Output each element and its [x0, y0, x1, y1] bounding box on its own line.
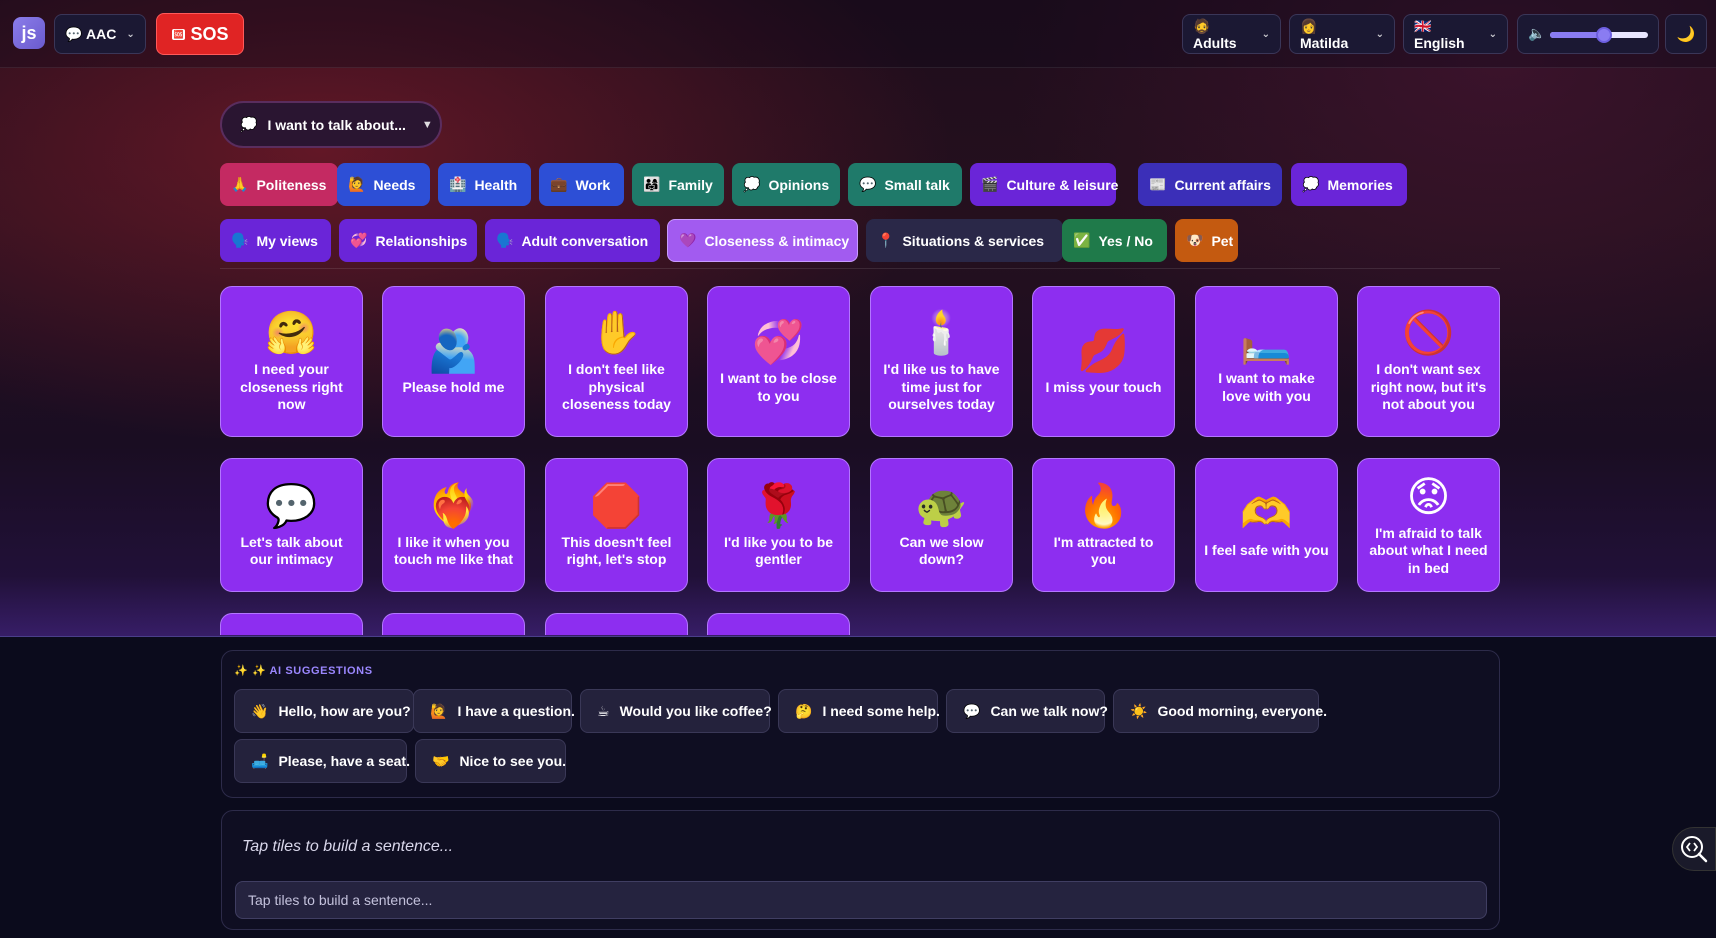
tile[interactable]: 💋 I miss your touch: [1032, 286, 1175, 437]
tile-label: Let's talk about our intimacy: [240, 533, 343, 568]
tile[interactable]: 🔥 I'm attracted to you: [1032, 458, 1175, 592]
suggestion-icon: 🛋️: [251, 752, 269, 769]
tile-label: I don't feel like physical closeness tod…: [562, 361, 671, 413]
suggestion-icon: 🙋: [430, 702, 448, 719]
suggestion-icon: ☕: [597, 702, 610, 719]
suggestion-label: I need some help.: [822, 703, 940, 719]
tile-label: I miss your touch: [1045, 378, 1162, 395]
suggestion-icon: 💬: [963, 702, 981, 719]
tile[interactable]: 🛑 This doesn't feel right, let's stop: [545, 458, 688, 592]
suggestion-label: Good morning, everyone.: [1157, 703, 1328, 719]
tile[interactable]: 💞 I want to be close to you: [707, 286, 850, 437]
tile-label: I'm afraid to talk about what I need in …: [1369, 524, 1488, 576]
tile-emoji-icon: 🫂: [427, 326, 480, 374]
tile[interactable]: 🚫 I don't want sex right now, but it's no…: [1357, 286, 1500, 437]
tile-emoji-icon: 🛏️: [1240, 318, 1293, 365]
tile-label: I'm attracted to you: [1053, 533, 1154, 568]
tile-emoji-icon: 🤗: [265, 309, 318, 357]
tile-emoji-icon: 🛑: [590, 481, 643, 529]
tile[interactable]: 🛏️ I want to make love with you: [1195, 286, 1338, 437]
tile-label: I want to be close to you: [720, 370, 837, 404]
tile-label: I want to make love with you: [1218, 370, 1315, 404]
sentence-display: Tap tiles to build a sentence...: [242, 838, 454, 855]
suggestion-chip[interactable]: 🤔 I need some help.: [778, 689, 940, 733]
suggestion-icon: 👋: [251, 702, 269, 719]
tile-label: This doesn't feel right, let's stop: [561, 533, 672, 568]
suggestion-icon: 🤝: [432, 752, 450, 769]
suggestion-label: Please, have a seat.: [278, 753, 410, 769]
suggestion-label: Hello, how are you?: [278, 703, 411, 719]
suggestion-chip[interactable]: 🛋️ Please, have a seat.: [234, 739, 410, 783]
suggestion-icon: ☀️: [1130, 702, 1148, 719]
suggestion-chip[interactable]: 🙋 I have a question.: [413, 689, 575, 733]
tile-emoji-icon: 💞: [752, 318, 805, 365]
suggestion-chip[interactable]: 💬 Can we talk now?: [946, 689, 1108, 733]
tile[interactable]: 🌹 I'd like you to be gentler: [707, 458, 850, 592]
suggestion-chip[interactable]: ☕ Would you like coffee?: [580, 689, 772, 733]
suggestion-chip[interactable]: 👋 Hello, how are you?: [234, 689, 414, 733]
tile-emoji-icon: 🔥: [1077, 481, 1130, 529]
ai-suggestions-panel: ✨ ✨ AI SUGGESTIONS 👋 Hello, how are you? 🙋…: [221, 650, 1500, 798]
tile-label: Please hold me: [402, 378, 505, 395]
tile-label: I'd like you to be gentler: [723, 533, 834, 568]
suggestion-label: Can we talk now?: [990, 703, 1108, 719]
suggestion-label: I have a question.: [457, 703, 575, 719]
tile[interactable]: ✋ I don't feel like physical closeness to…: [545, 286, 688, 437]
tile-emoji-icon: 🐢: [915, 481, 968, 529]
tile[interactable]: ❤️‍🔥 I like it when you touch me like tha…: [382, 458, 525, 592]
tile-grid: 🤗 I need your closeness right now 🫂 Please …: [0, 0, 1716, 635]
tile[interactable]: 💬 Let's talk about our intimacy: [220, 458, 363, 592]
tile[interactable]: 🐢 Can we slow down?: [870, 458, 1013, 592]
tile-label: I don't want sex right now, but it's not…: [1370, 361, 1487, 413]
compose-panel: Tap tiles to build a sentence...: [221, 810, 1500, 930]
tile-label: I need your closeness right now: [240, 361, 343, 413]
tile[interactable]: [707, 613, 850, 635]
tile-label: I'd like us to have time just for oursel…: [883, 361, 1000, 413]
tile[interactable]: 🫶 I feel safe with you: [1195, 458, 1338, 592]
tile[interactable]: 🤗 I need your closeness right now: [220, 286, 363, 437]
suggestion-chip[interactable]: 🤝 Nice to see you.: [415, 739, 566, 783]
devtools-button[interactable]: [1672, 827, 1716, 871]
tile[interactable]: [382, 613, 525, 635]
tile-emoji-icon: 💬: [265, 481, 318, 529]
tile-label: Can we slow down?: [899, 533, 984, 568]
suggestion-chip[interactable]: ☀️ Good morning, everyone.: [1113, 689, 1327, 733]
suggestion-icon: 🤔: [795, 702, 813, 719]
ai-suggestions-title: ✨ ✨ AI SUGGESTIONS: [234, 665, 373, 677]
tile-emoji-icon: 🫶: [1240, 490, 1293, 538]
tile-emoji-icon: ✋: [590, 309, 643, 357]
code-search-icon: [1681, 836, 1708, 863]
sentence-input[interactable]: [235, 881, 1487, 919]
tile-emoji-icon: ❤️‍🔥: [427, 481, 480, 529]
tile-emoji-icon: 💋: [1077, 326, 1130, 374]
tile-emoji-icon: 🕯️: [915, 309, 968, 357]
bottom-panel: ✨ ✨ AI SUGGESTIONS 👋 Hello, how are you? 🙋…: [0, 636, 1716, 938]
tile-emoji-icon: 😟: [1406, 472, 1451, 520]
suggestion-label: Nice to see you.: [459, 753, 567, 769]
tile-emoji-icon: 🚫: [1402, 309, 1455, 357]
tile-emoji-icon: 🌹: [752, 481, 805, 529]
tile[interactable]: [220, 613, 363, 635]
tile[interactable]: 🕯️ I'd like us to have time just for ours…: [870, 286, 1013, 437]
tile[interactable]: 😟 I'm afraid to talk about what I need in…: [1357, 458, 1500, 592]
tile-label: I like it when you touch me like that: [393, 533, 514, 568]
tile-label: I feel safe with you: [1204, 542, 1329, 559]
suggestion-label: Would you like coffee?: [619, 703, 772, 719]
tile[interactable]: 🫂 Please hold me: [382, 286, 525, 437]
tile[interactable]: [545, 613, 688, 635]
